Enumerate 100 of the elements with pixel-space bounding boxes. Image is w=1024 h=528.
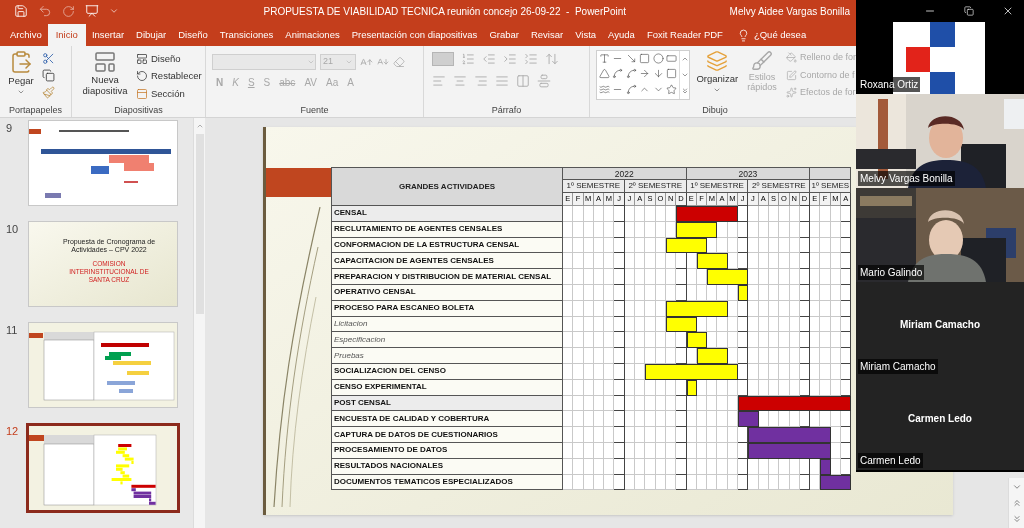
ribbon-tab[interactable]: Ayuda	[602, 24, 641, 46]
bullet-list-button[interactable]	[432, 52, 454, 66]
paint-bucket-icon	[785, 52, 797, 64]
scroll-up-icon[interactable]	[680, 55, 689, 63]
participant-tile[interactable]: Roxana Ortiz	[856, 22, 1024, 94]
participant-name: Carmen Ledo	[908, 411, 972, 426]
ribbon-tab[interactable]: Inicio	[47, 24, 86, 46]
participant-tile[interactable]: Mario Galindo	[856, 188, 1024, 282]
scroll-up-icon[interactable]	[195, 122, 204, 130]
customize-icon[interactable]	[109, 6, 119, 16]
cut-icon[interactable]	[42, 52, 55, 65]
shape-icon[interactable]	[599, 83, 610, 95]
slideshow-icon[interactable]	[85, 4, 99, 18]
ribbon-tab[interactable]: Grabar	[483, 24, 525, 46]
shape-icon[interactable]	[625, 83, 637, 95]
brush-icon	[751, 50, 774, 72]
shape-icon[interactable]	[599, 53, 610, 64]
vertical-scrollbar[interactable]	[1008, 478, 1024, 528]
redo-icon[interactable]	[62, 4, 75, 18]
shape-icon[interactable]	[652, 68, 664, 80]
participant-caption: Carmen Ledo	[858, 453, 923, 468]
shape-icon[interactable]	[666, 68, 677, 80]
ribbon-tab[interactable]: Animaciones	[279, 24, 346, 46]
align-center-icon[interactable]	[453, 74, 467, 88]
slide-option-button[interactable]: Sección	[136, 86, 202, 101]
paste-button[interactable]: Pegar	[4, 50, 38, 97]
slide-option-button[interactable]: Restablecer	[136, 69, 202, 84]
group-label: Diapositivas	[113, 104, 164, 117]
clipboard-icon	[9, 50, 33, 74]
participant-tile[interactable]: Miriam Camacho Miriam Camacho	[856, 282, 1024, 376]
shape-icon[interactable]	[666, 83, 677, 95]
activity-cell: Especificacion	[331, 332, 563, 349]
ribbon-tab[interactable]: Foxit Reader PDF	[640, 24, 729, 46]
year-header: 2022	[563, 167, 687, 180]
slide-thumbnail[interactable]	[26, 423, 180, 513]
shape-icon[interactable]	[625, 53, 637, 64]
layout-icon	[93, 50, 117, 74]
more-icon[interactable]	[680, 87, 689, 95]
semester-header: 1º SEMESTRE	[563, 180, 625, 193]
shape-icon[interactable]	[652, 53, 664, 64]
line-spacing-icon[interactable]	[524, 52, 538, 66]
ribbon-tab[interactable]: Insertar	[85, 24, 131, 46]
text-direction-icon[interactable]	[545, 52, 559, 66]
accent-bar	[266, 168, 331, 197]
activity-cell: ENCUESTA DE CALIDAD Y COBERTURA	[331, 411, 563, 428]
columns-icon[interactable]	[516, 74, 530, 88]
slide-option-button[interactable]: Diseño	[136, 52, 202, 67]
participant-name: Miriam Camacho	[900, 317, 980, 332]
caret-icon	[307, 58, 315, 66]
arrange-button[interactable]: Organizar	[696, 50, 739, 95]
close-icon[interactable]	[1002, 5, 1014, 17]
participant-caption: Melvy Vargas Bonilla	[858, 171, 955, 186]
ribbon-tab[interactable]: Vista	[569, 24, 603, 46]
undo-icon[interactable]	[38, 4, 52, 18]
increase-indent-icon[interactable]	[503, 52, 517, 66]
column-header: GRANDES ACTIVIDADES	[331, 167, 563, 206]
activity-cell: CAPTURA DE DATOS DE CUESTIONARIOS	[331, 427, 563, 443]
decrease-indent-icon[interactable]	[482, 52, 496, 66]
shape-icon[interactable]	[612, 68, 624, 80]
user-name: Melvy Aidee Vargas Bonilla	[728, 4, 851, 19]
scroll-down-icon[interactable]	[680, 71, 689, 79]
ribbon-tab[interactable]: Transiciones	[213, 24, 280, 46]
participant-tile[interactable]: Melvy Vargas Bonilla	[856, 94, 1024, 188]
window-title: PROPUESTA DE VIABILIDAD TECNICA reunión concejo 26-09-22 - PowerPoint	[262, 4, 628, 19]
group-label: Portapapeles	[7, 104, 63, 117]
ribbon-tab[interactable]: Presentación con diapositivas	[345, 24, 484, 46]
shape-icon[interactable]	[639, 53, 651, 64]
activity-cell: Pruebas	[331, 348, 563, 364]
format-painter-icon[interactable]	[42, 86, 55, 99]
align-text-icon[interactable]	[537, 74, 551, 88]
shape-icon[interactable]	[666, 53, 677, 64]
semester-header: 2º SEMESTRE	[748, 180, 811, 193]
next-slide-icon[interactable]	[1011, 514, 1022, 524]
slide-number: 9	[5, 121, 14, 136]
ribbon-tab[interactable]: Diseño	[172, 24, 214, 46]
justify-icon[interactable]	[495, 74, 509, 88]
ribbon-tab[interactable]: Archivo	[4, 24, 48, 46]
numbered-list-icon[interactable]	[461, 52, 475, 66]
previous-slide-icon[interactable]	[1011, 498, 1022, 508]
align-left-icon[interactable]	[432, 74, 446, 88]
tell-me-field[interactable]: ¿Qué desea	[753, 27, 812, 43]
scrollbar[interactable]	[193, 118, 205, 528]
shape-icon[interactable]	[599, 68, 610, 80]
pen-icon	[785, 69, 797, 81]
shape-icon[interactable]	[625, 68, 637, 80]
new-slide-button[interactable]: Nueva diapositiva	[76, 50, 134, 96]
scrollbar-thumb[interactable]	[195, 134, 204, 314]
align-right-icon[interactable]	[474, 74, 488, 88]
activity-cell: CAPACITACION DE AGENTES CENSALES	[331, 253, 563, 270]
ribbon-tab[interactable]: Revisar	[524, 24, 570, 46]
copy-icon[interactable]	[42, 69, 55, 82]
group-label: Dibujo	[702, 104, 728, 117]
restore-icon[interactable]	[964, 6, 974, 16]
save-icon[interactable]	[14, 4, 28, 18]
scroll-down-icon[interactable]	[1011, 482, 1022, 492]
ribbon-tab[interactable]: Dibujar	[130, 24, 173, 46]
participant-tile[interactable]: Carmen Ledo Carmen Ledo	[856, 376, 1024, 470]
shapes-gallery[interactable]	[596, 50, 691, 100]
shape-icon[interactable]	[639, 68, 651, 80]
layout-icon	[136, 53, 148, 66]
